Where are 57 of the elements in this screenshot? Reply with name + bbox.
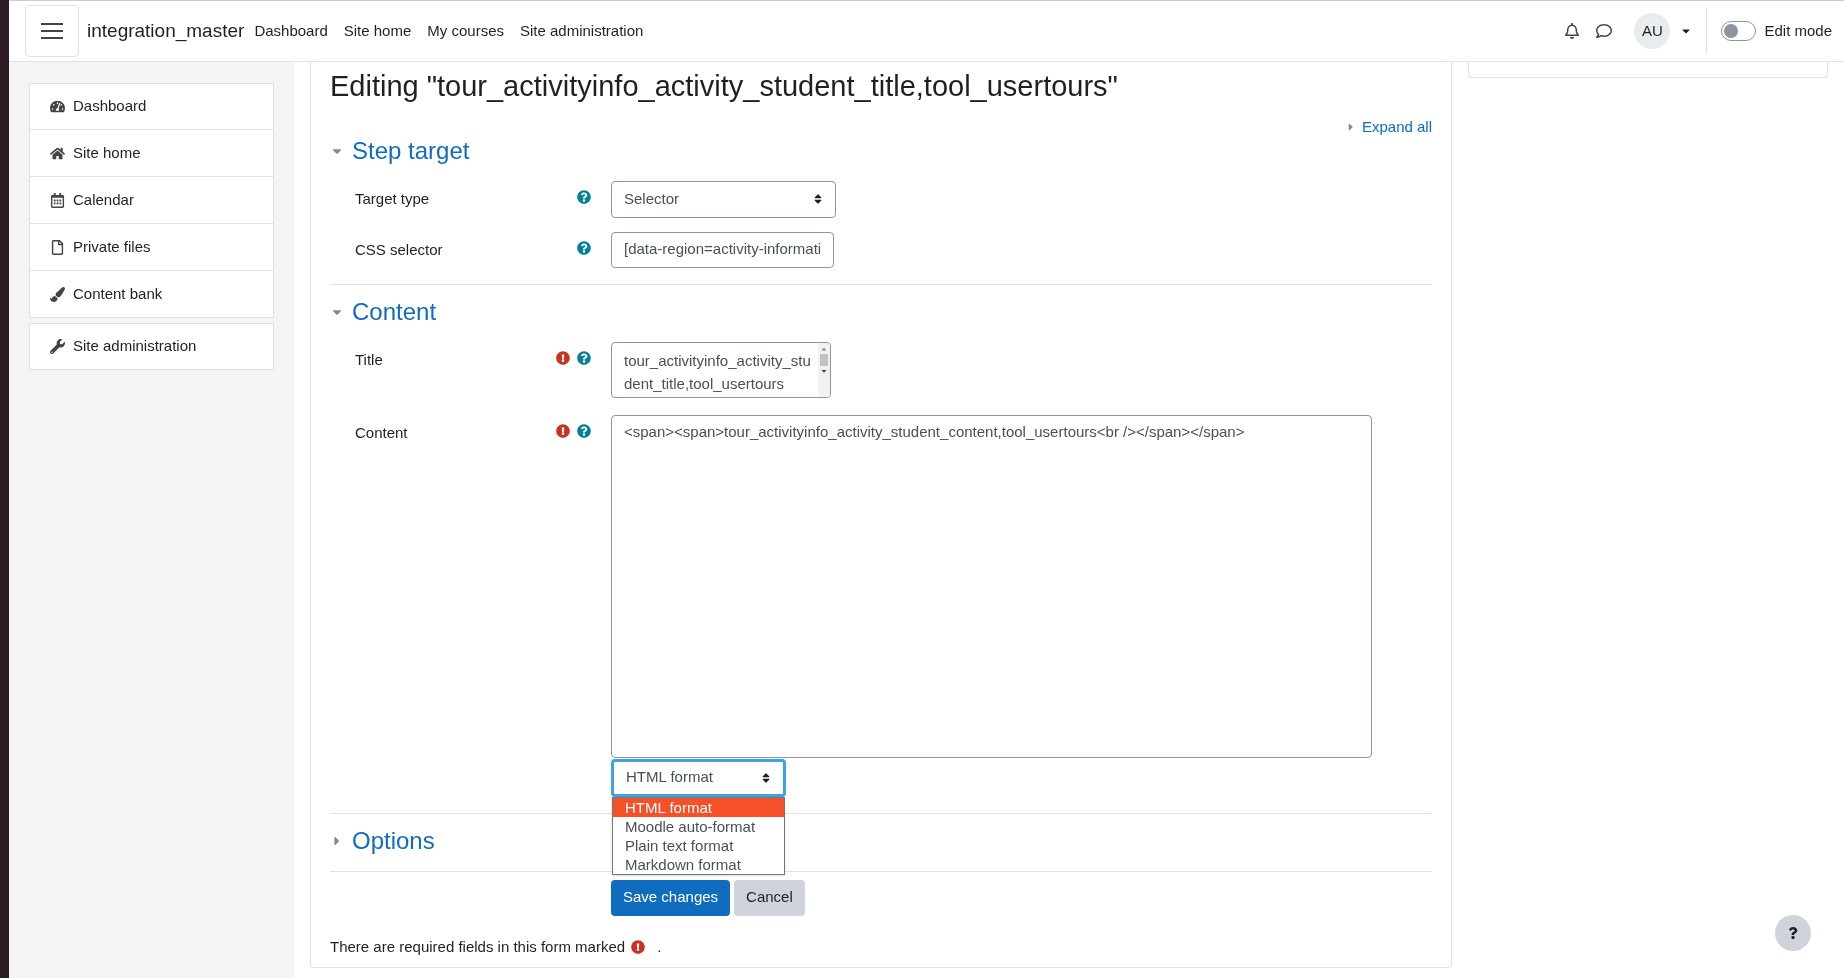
field-label: Title [355,350,383,368]
field-label: CSS selector [355,240,443,258]
calendar-icon [50,192,65,208]
edit-mode-label: Edit mode [1764,20,1832,41]
file-icon [50,239,65,255]
toggle-switch[interactable] [1721,21,1757,41]
target-type-select[interactable]: Selector [611,180,836,218]
help-icon[interactable] [577,350,591,365]
home-icon [50,145,65,161]
field-label: Target type [355,189,430,207]
scroll-thumb[interactable] [820,353,828,366]
section-header[interactable]: Step target [330,134,470,167]
nav-link[interactable]: My courses [427,19,504,43]
section-header[interactable]: Options [330,824,435,857]
cancel-button[interactable]: Cancel [734,879,805,916]
help-icon[interactable] [577,240,591,255]
sidebar-item[interactable]: Calendar [29,177,274,224]
save-button[interactable]: Save changes [611,879,731,916]
menu-button[interactable] [25,5,79,57]
notification-bell-icon[interactable] [1564,23,1581,39]
dropdown-option[interactable]: Moodle auto-format [613,816,784,836]
help-button[interactable] [1775,915,1811,951]
dashboard-icon [50,99,65,114]
dropdown-option[interactable]: Markdown format [613,854,784,874]
required-icon [556,423,570,438]
site-name[interactable]: integration_master [87,16,245,46]
note-period: . [657,936,662,957]
scrollbar[interactable] [818,342,830,397]
brush-icon [50,286,65,302]
help-icon [1787,927,1799,939]
sort-icon [813,193,823,205]
sidebar-item[interactable]: Site administration [29,323,274,370]
sort-icon [761,771,771,784]
input-field[interactable]: [data-region=activity-informati [611,231,835,268]
sidebar-item[interactable]: Content bank [29,271,274,318]
help-icon[interactable] [577,189,591,204]
section-header[interactable]: Content [330,295,437,328]
message-icon[interactable] [1596,23,1613,39]
sidebar-item[interactable]: Site home [29,130,274,177]
field-label: Content [355,423,408,441]
nav-link[interactable]: Site home [343,19,412,43]
content-textarea[interactable]: <span><span>tour_activityinfo_activity_student_content,tool_usertours<br /></span></span> [611,414,1372,758]
format-select[interactable]: HTML format [611,758,786,797]
required-note: There are required fields in this form marked [330,936,626,957]
menu-icon [41,23,63,39]
sidebar-item[interactable]: Private files [29,224,274,271]
required-icon [556,350,570,365]
dropdown-option[interactable]: Plain text format [613,835,784,855]
help-icon[interactable] [577,423,591,438]
user-avatar[interactable]: AU [1634,13,1671,49]
page-title: Editing "tour_activityinfo_activity_student_title,tool_usertours" [330,69,1119,104]
wrench-icon [50,339,65,354]
sidebar-item[interactable]: Dashboard [29,83,274,130]
nav-link[interactable]: Site administration [520,19,644,43]
nav-link[interactable]: Dashboard [254,19,328,43]
required-icon [631,939,646,954]
expand-all-link[interactable]: Expand all [1345,116,1432,139]
